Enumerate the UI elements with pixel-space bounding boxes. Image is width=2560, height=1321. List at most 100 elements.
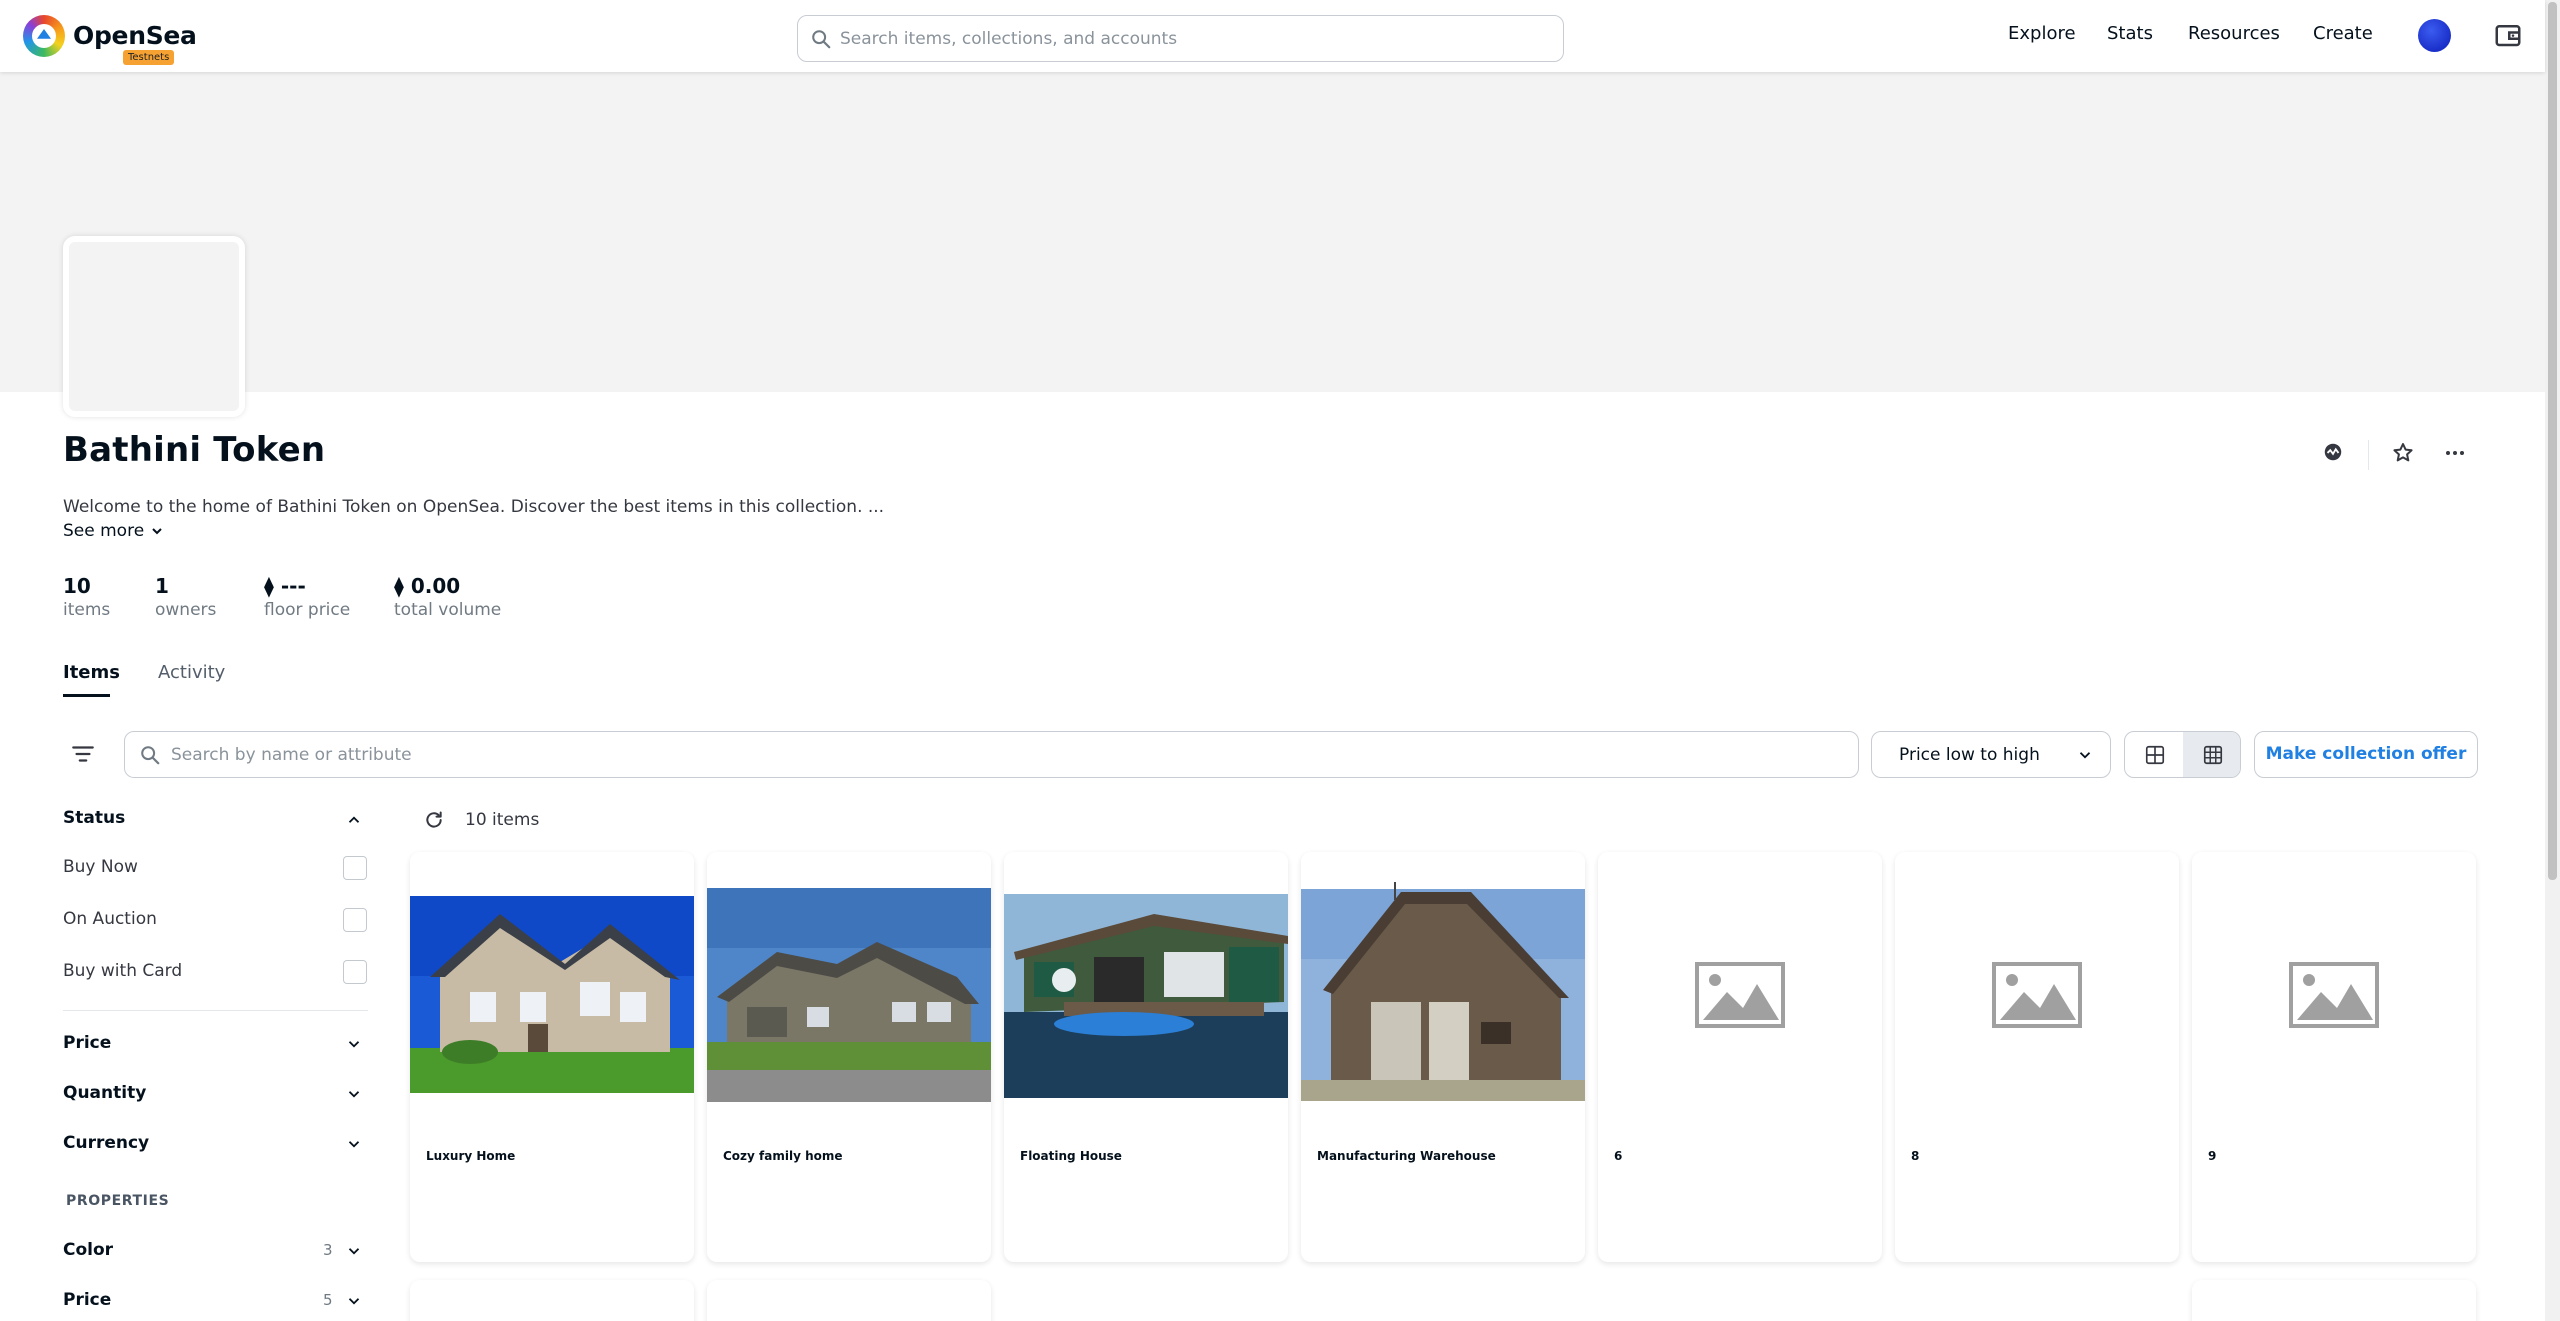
- item-search[interactable]: [124, 731, 1859, 778]
- buy-now-checkbox[interactable]: [343, 856, 367, 880]
- stat-label: items: [63, 600, 111, 620]
- item-count: 10 items: [465, 810, 540, 830]
- more-options-icon[interactable]: [2443, 441, 2467, 465]
- stat-value: 1: [155, 574, 169, 598]
- global-search[interactable]: [797, 15, 1564, 62]
- active-tab-indicator: [63, 694, 110, 697]
- quantity-filter-title[interactable]: Quantity: [63, 1083, 146, 1103]
- photo-barn-warehouse: [1301, 852, 1585, 1136]
- global-search-input[interactable]: [840, 16, 1540, 61]
- see-more-label: See more: [63, 521, 145, 541]
- chevron-down-icon[interactable]: [345, 1035, 363, 1053]
- chevron-down-icon[interactable]: [345, 1292, 363, 1310]
- scrollbar-thumb[interactable]: [2548, 2, 2557, 880]
- chevron-down-icon[interactable]: [345, 1242, 363, 1260]
- chevron-up-icon[interactable]: [345, 811, 363, 829]
- testnets-badge: Testnets: [123, 50, 175, 65]
- opensea-logo-icon[interactable]: [23, 15, 65, 57]
- property-price-count: 5: [323, 1291, 333, 1309]
- large-grid-icon: [2145, 745, 2165, 765]
- stat-total-volume: ⧫ 0.00 total volume: [394, 574, 501, 620]
- placeholder-image-icon: [2289, 962, 2379, 1028]
- chevron-down-icon: [2079, 752, 2091, 759]
- make-collection-offer-button[interactable]: Make collection offer: [2254, 731, 2478, 778]
- nft-card-name: Floating House: [1020, 1149, 1122, 1163]
- stat-value: ⧫ ---: [264, 574, 306, 598]
- property-color-title[interactable]: Color: [63, 1240, 113, 1260]
- nft-card-name: Manufacturing Warehouse: [1317, 1149, 1496, 1163]
- buy-with-card-checkbox[interactable]: [343, 960, 367, 984]
- refresh-icon[interactable]: [424, 810, 444, 830]
- photo-house-large: [410, 852, 694, 1136]
- nft-card-8[interactable]: 8: [1895, 852, 2179, 1262]
- stat-label: floor price: [264, 600, 351, 620]
- property-color-count: 3: [323, 1241, 333, 1259]
- chevron-down-icon: [151, 528, 162, 535]
- stat-owners: 1 owners: [155, 574, 216, 620]
- wallet-icon[interactable]: [2493, 20, 2523, 50]
- status-option-on-auction[interactable]: On Auction: [63, 909, 157, 929]
- properties-heading: PROPERTIES: [66, 1193, 170, 1209]
- nft-card-name: 6: [1614, 1149, 1623, 1163]
- status-option-buy-now[interactable]: Buy Now: [63, 857, 138, 877]
- sidebar-divider: [63, 1010, 368, 1011]
- sort-dropdown[interactable]: Price low to high: [1871, 731, 2111, 778]
- nft-card-partial[interactable]: [410, 1280, 694, 1321]
- collection-description: Welcome to the home of Bathini Token on …: [63, 497, 885, 517]
- price-filter-title[interactable]: Price: [63, 1033, 111, 1053]
- nft-card-partial[interactable]: [2192, 1280, 2476, 1321]
- status-option-buy-with-card[interactable]: Buy with Card: [63, 961, 182, 981]
- nft-card-luxury-home[interactable]: Luxury Home: [410, 852, 694, 1262]
- nft-card-name: Cozy family home: [723, 1149, 843, 1163]
- stat-label: owners: [155, 600, 217, 620]
- top-navigation: OpenSea Testnets Explore Stats Resources…: [0, 0, 2545, 72]
- photo-houseboat: [1004, 852, 1288, 1136]
- large-grid-view-button[interactable]: [2125, 732, 2183, 777]
- nft-card-9[interactable]: 9: [2192, 852, 2476, 1262]
- nft-card-partial[interactable]: [707, 1280, 991, 1321]
- header-divider: [2368, 440, 2369, 470]
- stat-items: 10 items: [63, 574, 110, 620]
- profile-avatar[interactable]: [2418, 19, 2451, 52]
- collection-banner: [0, 72, 2545, 392]
- nft-card-cozy-family-home[interactable]: Cozy family home: [707, 852, 991, 1262]
- nft-card-name: 9: [2208, 1149, 2217, 1163]
- stat-value: 10: [63, 574, 91, 598]
- filter-toggle-icon[interactable]: [70, 741, 96, 767]
- nav-explore[interactable]: Explore: [2008, 23, 2076, 44]
- placeholder-image-icon: [1695, 962, 1785, 1028]
- web-activity-icon[interactable]: [2322, 441, 2344, 463]
- chevron-down-icon[interactable]: [345, 1135, 363, 1153]
- collection-logo: [63, 236, 245, 417]
- nav-resources[interactable]: Resources: [2188, 23, 2280, 44]
- tab-activity[interactable]: Activity: [158, 662, 225, 683]
- stat-label: total volume: [394, 600, 502, 620]
- nft-card-name: 8: [1911, 1149, 1920, 1163]
- compact-grid-icon: [2203, 745, 2223, 765]
- nft-card-manufacturing-warehouse[interactable]: Manufacturing Warehouse: [1301, 852, 1585, 1262]
- sort-selected-label: Price low to high: [1899, 745, 2040, 765]
- status-filter-title[interactable]: Status: [63, 808, 125, 828]
- nav-create[interactable]: Create: [2313, 23, 2373, 44]
- view-toggle: [2124, 731, 2241, 778]
- nft-card-name: Luxury Home: [426, 1149, 516, 1163]
- stat-value: ⧫ 0.00: [394, 574, 461, 598]
- search-icon: [812, 30, 831, 49]
- on-auction-checkbox[interactable]: [343, 908, 367, 932]
- star-icon[interactable]: [2391, 441, 2415, 465]
- chevron-down-icon[interactable]: [345, 1085, 363, 1103]
- compact-grid-view-button[interactable]: [2183, 732, 2240, 777]
- property-price-title[interactable]: Price: [63, 1290, 111, 1310]
- brand-name[interactable]: OpenSea: [73, 21, 197, 50]
- nft-card-6[interactable]: 6: [1598, 852, 1882, 1262]
- photo-house-ranch: [707, 852, 991, 1136]
- nft-card-floating-house[interactable]: Floating House: [1004, 852, 1288, 1262]
- nav-stats[interactable]: Stats: [2107, 23, 2153, 44]
- tab-items[interactable]: Items: [63, 662, 120, 683]
- collection-title: Bathini Token: [63, 430, 326, 470]
- page-scrollbar[interactable]: [2545, 0, 2560, 1321]
- search-icon: [141, 746, 160, 765]
- item-search-input[interactable]: [171, 732, 1831, 777]
- see-more-button[interactable]: See more: [63, 521, 163, 541]
- currency-filter-title[interactable]: Currency: [63, 1133, 149, 1153]
